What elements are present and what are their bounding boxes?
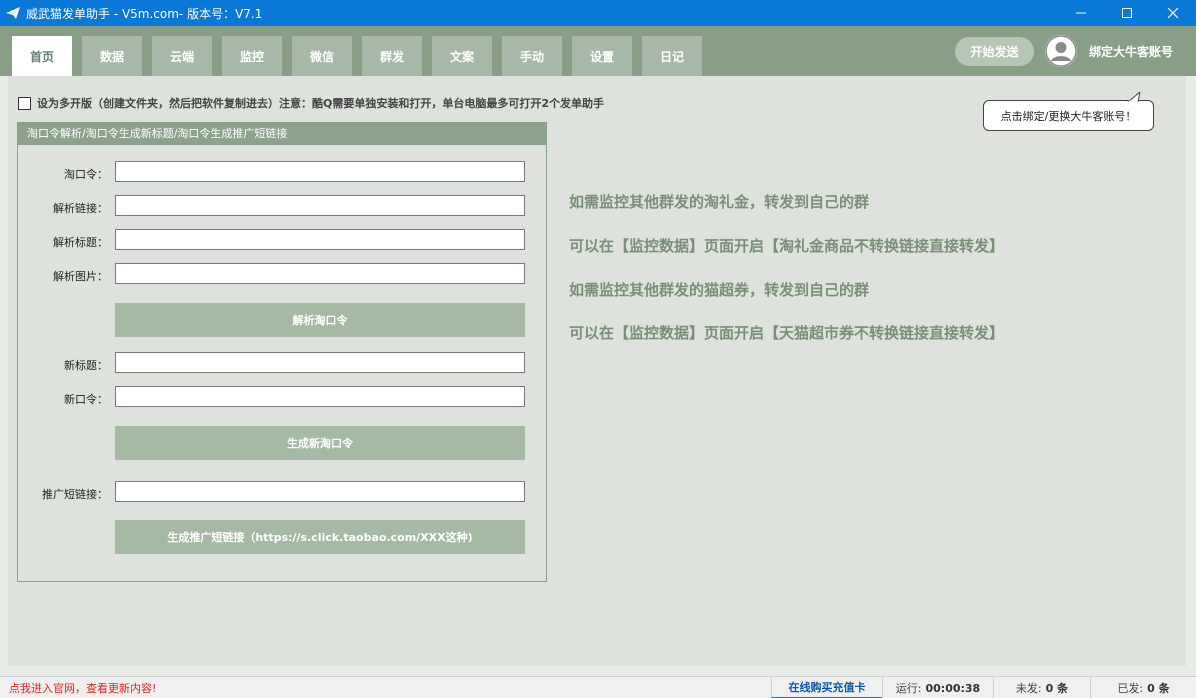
tooltip-text: 点击绑定/更换大牛客账号！ — [1000, 109, 1137, 123]
window-title: 威武猫发单助手 - V5m.com- 版本号：V7.1 — [26, 7, 263, 21]
tab-log[interactable]: 日记 — [642, 36, 702, 76]
new-tkl-label: 新口令： — [64, 393, 108, 406]
avatar[interactable] — [1045, 35, 1077, 67]
short-link-input[interactable] — [115, 481, 525, 502]
tab-manual[interactable]: 手动 — [502, 36, 562, 76]
parse-link-label: 解析链接： — [53, 202, 108, 215]
start-send-button[interactable]: 开始发送 — [955, 37, 1034, 66]
minimize-icon — [1076, 12, 1086, 14]
notice-line: 如需监控其他群发的猫超券，转发到自己的群 — [569, 281, 870, 299]
title-bar: 威武猫发单助手 - V5m.com- 版本号：V7.1 — [0, 0, 1196, 26]
sent-label: 已发: — [1117, 682, 1144, 695]
sent-value: 0 条 — [1147, 682, 1170, 695]
multi-open-checkbox[interactable] — [18, 96, 31, 110]
run-time-label: 运行: — [895, 682, 922, 695]
tab-monitor[interactable]: 监控 — [222, 36, 282, 76]
notice-line: 可以在【监控数据】页面开启【天猫超市券不转换链接直接转发】 — [569, 324, 1005, 342]
parse-image-input[interactable] — [115, 263, 525, 284]
generate-short-link-button[interactable]: 生成推广短链接（https://s.click.taobao.com/XXX这种… — [115, 520, 525, 554]
bind-account-link[interactable]: 绑定大牛客账号 — [1089, 43, 1173, 60]
buy-card-link[interactable]: 在线购买充值卡 — [771, 677, 882, 698]
tkl-panel: 淘口令解析/淘口令生成新标题/淘口令生成推广短链接 淘口令： 解析链接： 解析标… — [17, 122, 547, 582]
close-button[interactable] — [1150, 0, 1196, 26]
tab-home[interactable]: 首页 — [12, 36, 72, 76]
notice-line: 如需监控其他群发的淘礼金，转发到自己的群 — [569, 193, 870, 211]
maximize-icon — [1122, 8, 1132, 18]
paper-plane-icon — [6, 7, 20, 19]
new-title-input[interactable] — [115, 352, 525, 373]
panel-title: 淘口令解析/淘口令生成新标题/淘口令生成推广短链接 — [18, 123, 546, 145]
multi-open-label: 设为多开版（创建文件夹，然后把软件复制进去）注意：酷Q需要单独安装和打开，单台电… — [37, 97, 605, 110]
tab-wechat[interactable]: 微信 — [292, 36, 352, 76]
parse-image-label: 解析图片： — [53, 270, 108, 283]
notice-line: 可以在【监控数据】页面开启【淘礼金商品不转换链接直接转发】 — [569, 237, 1005, 255]
minimize-button[interactable] — [1058, 0, 1104, 26]
sent-count: 已发: 0 条 — [1090, 677, 1196, 698]
tab-mass-send[interactable]: 群发 — [362, 36, 422, 76]
new-title-label: 新标题： — [64, 359, 108, 372]
parse-tkl-button[interactable]: 解析淘口令 — [115, 303, 525, 337]
bind-tooltip: 点击绑定/更换大牛客账号！ — [983, 100, 1154, 131]
generate-tkl-button[interactable]: 生成新淘口令 — [115, 426, 525, 460]
tab-settings[interactable]: 设置 — [572, 36, 632, 76]
unsent-label: 未发: — [1015, 682, 1042, 695]
tab-copywriting[interactable]: 文案 — [432, 36, 492, 76]
website-link[interactable]: 点我进入官网，查看更新内容! — [9, 680, 156, 696]
run-time-value: 00:00:38 — [925, 681, 981, 695]
parse-title-label: 解析标题： — [53, 236, 108, 249]
tkl-label: 淘口令： — [64, 168, 108, 181]
parse-link-input[interactable] — [115, 195, 525, 216]
tooltip-pointer — [1127, 92, 1141, 102]
tkl-input[interactable] — [115, 161, 525, 182]
tab-cloud[interactable]: 云端 — [152, 36, 212, 76]
multi-open-option[interactable]: 设为多开版（创建文件夹，然后把软件复制进去）注意：酷Q需要单独安装和打开，单台电… — [18, 96, 604, 110]
maximize-button[interactable] — [1104, 0, 1150, 26]
parse-title-input[interactable] — [115, 229, 525, 250]
unsent-value: 0 条 — [1045, 682, 1069, 695]
user-icon — [1045, 35, 1077, 67]
status-bar: 点我进入官网，查看更新内容! 在线购买充值卡 运行: 00:00:38 未发: 0 … — [0, 676, 1196, 698]
tab-data[interactable]: 数据 — [82, 36, 142, 76]
unsent-count: 未发: 0 条 — [993, 677, 1090, 698]
close-icon — [1167, 7, 1179, 19]
short-link-label: 推广短链接： — [42, 488, 108, 501]
run-time: 运行: 00:00:38 — [882, 677, 993, 698]
new-tkl-input[interactable] — [115, 386, 525, 407]
